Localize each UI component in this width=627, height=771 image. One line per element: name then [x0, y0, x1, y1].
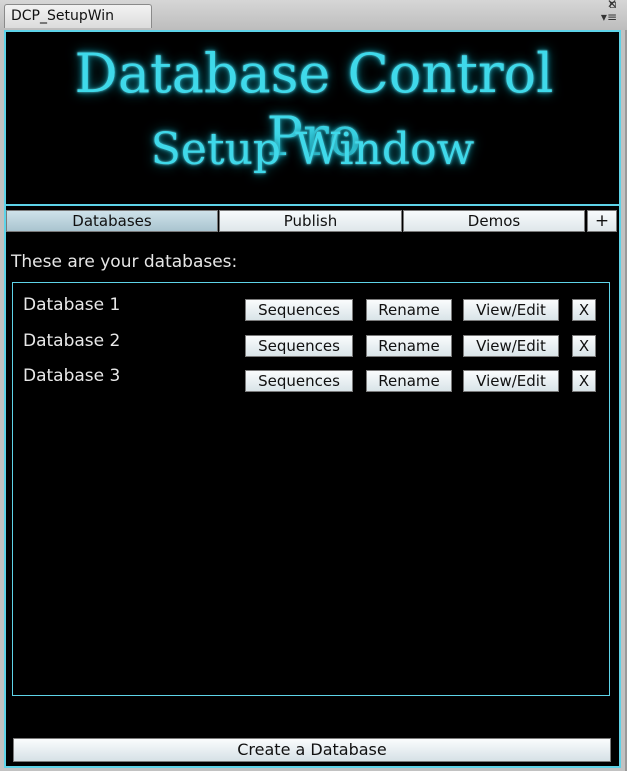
window-tab[interactable]: DCP_SetupWin [4, 4, 152, 28]
databases-heading: These are your databases: [11, 252, 238, 272]
view-edit-button[interactable]: View/Edit [463, 299, 559, 321]
database-list: Database 1 Sequences Rename View/Edit X … [12, 282, 610, 696]
editor-tab-strip: DCP_SetupWin ▫ ✕ ▾≡ [0, 0, 627, 30]
view-edit-button[interactable]: View/Edit [463, 335, 559, 357]
window-controls: ▫ ✕ ▾≡ [589, 0, 617, 28]
delete-button[interactable]: X [572, 335, 596, 357]
add-tab-button[interactable]: + [587, 210, 617, 232]
list-item: Database 2 Sequences Rename View/Edit X [13, 329, 609, 357]
tab-bar: Databases Publish Demos + [6, 208, 619, 234]
tab-demos[interactable]: Demos [403, 210, 585, 232]
close-icon[interactable]: ✕ [607, 0, 617, 11]
tab-databases[interactable]: Databases [6, 210, 218, 232]
divider [6, 204, 619, 206]
sequences-button[interactable]: Sequences [245, 299, 353, 321]
delete-button[interactable]: X [572, 370, 596, 392]
sequences-button[interactable]: Sequences [245, 370, 353, 392]
list-item: Database 1 Sequences Rename View/Edit X [13, 293, 609, 321]
banner-subtitle: Setup Window [150, 124, 475, 175]
rename-button[interactable]: Rename [366, 370, 452, 392]
database-name: Database 1 [23, 295, 121, 315]
rename-button[interactable]: Rename [366, 299, 452, 321]
rename-button[interactable]: Rename [366, 335, 452, 357]
create-database-button[interactable]: Create a Database [13, 738, 611, 762]
database-name: Database 2 [23, 331, 121, 351]
delete-button[interactable]: X [572, 299, 596, 321]
list-item: Database 3 Sequences Rename View/Edit X [13, 364, 609, 392]
database-name: Database 3 [23, 366, 121, 386]
editor-window: DCP_SetupWin ▫ ✕ ▾≡ Database Control Pro… [0, 0, 627, 771]
view-edit-button[interactable]: View/Edit [463, 370, 559, 392]
setup-window-content: Database Control Pro Setup Window Databa… [4, 30, 621, 768]
tab-publish[interactable]: Publish [219, 210, 402, 232]
menu-icon[interactable]: ▾≡ [589, 11, 617, 24]
banner: Database Control Pro Setup Window [6, 32, 619, 204]
sequences-button[interactable]: Sequences [245, 335, 353, 357]
